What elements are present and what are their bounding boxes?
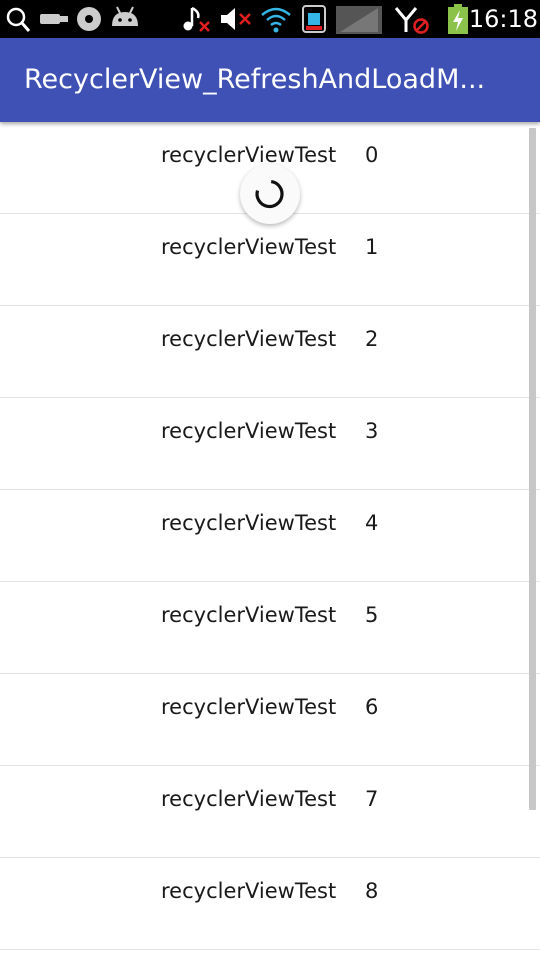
spinner-icon	[255, 180, 284, 209]
list-item-label: recyclerViewTest	[161, 695, 337, 719]
list-item-index: 2	[365, 327, 379, 351]
list-item-index: 7	[365, 787, 379, 811]
list-item[interactable]: recyclerViewTest 5	[0, 582, 540, 674]
list-item[interactable]: recyclerViewTest 3	[0, 398, 540, 490]
list-item[interactable]: recyclerViewTest 7	[0, 766, 540, 858]
list-item[interactable]: recyclerViewTest 2	[0, 306, 540, 398]
status-time: 16:18	[468, 5, 538, 33]
list-item-label: recyclerViewTest	[161, 511, 337, 535]
list-item[interactable]: recyclerViewTest 8	[0, 858, 540, 950]
battery-charging-icon	[448, 4, 468, 34]
usb-icon	[40, 14, 68, 24]
search-icon	[6, 7, 31, 32]
list-item[interactable]: recyclerViewTest 6	[0, 674, 540, 766]
list-item-label: recyclerViewTest	[161, 879, 337, 903]
recycler-list[interactable]: recyclerViewTest 0 recyclerViewTest 1 re…	[0, 122, 540, 960]
sd-card-icon	[77, 7, 101, 31]
list-item-index: 6	[365, 695, 379, 719]
data-blocked-icon	[394, 7, 429, 34]
list-item[interactable]: recyclerViewTest 1	[0, 214, 540, 306]
list-item-label: recyclerViewTest	[161, 327, 337, 351]
list-item-index: 8	[365, 879, 379, 903]
list-item-label: recyclerViewTest	[161, 787, 337, 811]
list-item-label: recyclerViewTest	[161, 603, 337, 627]
volume-muted-icon	[221, 8, 251, 30]
list-item-index: 1	[365, 235, 379, 259]
signal-icon	[336, 6, 382, 34]
list-item-index: 3	[365, 419, 379, 443]
music-muted-icon	[183, 6, 210, 32]
android-debug-icon	[112, 6, 138, 26]
sim-card-icon	[302, 5, 326, 33]
list-item-index: 0	[365, 143, 379, 167]
status-bar: 16:18	[0, 0, 540, 38]
app-bar: RecyclerView_RefreshAndLoadM...	[0, 38, 540, 122]
list-item-label: recyclerViewTest	[161, 419, 337, 443]
wifi-icon	[261, 7, 291, 33]
list-item-index: 4	[365, 511, 379, 535]
list-item[interactable]: recyclerViewTest 4	[0, 490, 540, 582]
refresh-indicator	[240, 164, 300, 224]
list-item-label: recyclerViewTest	[161, 235, 337, 259]
list-scrollbar[interactable]	[529, 128, 536, 810]
app-title: RecyclerView_RefreshAndLoadM...	[24, 64, 486, 95]
list-item-index: 5	[365, 603, 379, 627]
